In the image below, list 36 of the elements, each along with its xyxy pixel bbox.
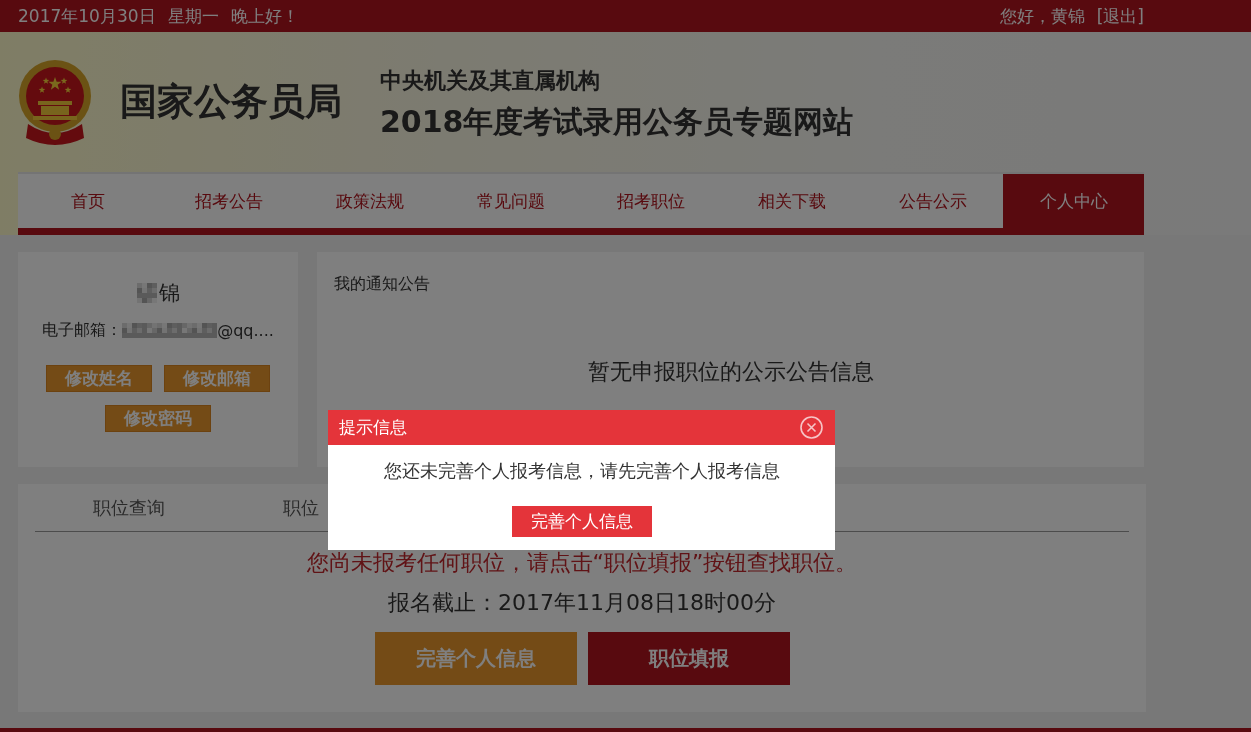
greeting-text: 晚上好！	[230, 4, 299, 28]
nav-item[interactable]: 招考公告	[158, 174, 300, 228]
weekday-text: 星期一	[167, 4, 219, 28]
site-title: 2018年度考试录用公务员专题网站	[380, 102, 854, 141]
notice-title: 我的通知公告	[334, 274, 431, 295]
nav-item[interactable]: 招考职位	[581, 174, 722, 228]
complete-info-button[interactable]: 完善个人信息	[511, 506, 652, 537]
user-greeting: 您好，黄锦	[999, 4, 1085, 28]
action-button[interactable]: 职位填报	[587, 632, 790, 685]
action-button[interactable]: 完善个人信息	[374, 632, 577, 685]
nav-item[interactable]: 政策法规	[299, 174, 441, 228]
logout-link[interactable]: [退出]	[1096, 4, 1144, 28]
date-text: 2017年10月30日	[18, 4, 156, 28]
email-value: @qq....	[217, 321, 274, 340]
status-message: 您尚未报考任何职位，请点击“职位填报”按钮查找职位。	[306, 549, 858, 577]
nav-item[interactable]: 常见问题	[440, 174, 581, 228]
nav-item[interactable]: 个人中心	[1003, 174, 1144, 228]
email-label: 电子邮箱：	[42, 320, 123, 341]
site-name: 国家公务员局	[120, 79, 342, 125]
site-subtitle: 中央机关及其直属机构	[380, 66, 601, 95]
dialog-message: 您还未完善个人报考信息，请先完善个人报考信息	[383, 459, 780, 483]
nav-item[interactable]: 相关下载	[721, 174, 863, 228]
close-icon[interactable]	[800, 416, 823, 439]
edit-button[interactable]: 修改密码	[105, 405, 211, 432]
nav-item[interactable]: 首页	[18, 174, 159, 228]
positions-tab[interactable]: 职位查询	[93, 495, 165, 520]
deadline-text: 报名截止：2017年11月08日18时00分	[388, 589, 776, 617]
positions-tab[interactable]: 职位	[283, 495, 319, 520]
empty-message: 暂无申报职位的公示公告信息	[586, 358, 875, 386]
edit-button[interactable]: 修改邮箱	[164, 365, 270, 392]
nav-item[interactable]: 公告公示	[862, 174, 1004, 228]
user-name: 锦	[158, 280, 180, 307]
edit-button[interactable]: 修改姓名	[46, 365, 152, 392]
pixel-mosaic-icon	[122, 323, 218, 338]
pixel-mosaic-icon	[136, 283, 157, 303]
dialog-title: 提示信息	[339, 416, 407, 439]
